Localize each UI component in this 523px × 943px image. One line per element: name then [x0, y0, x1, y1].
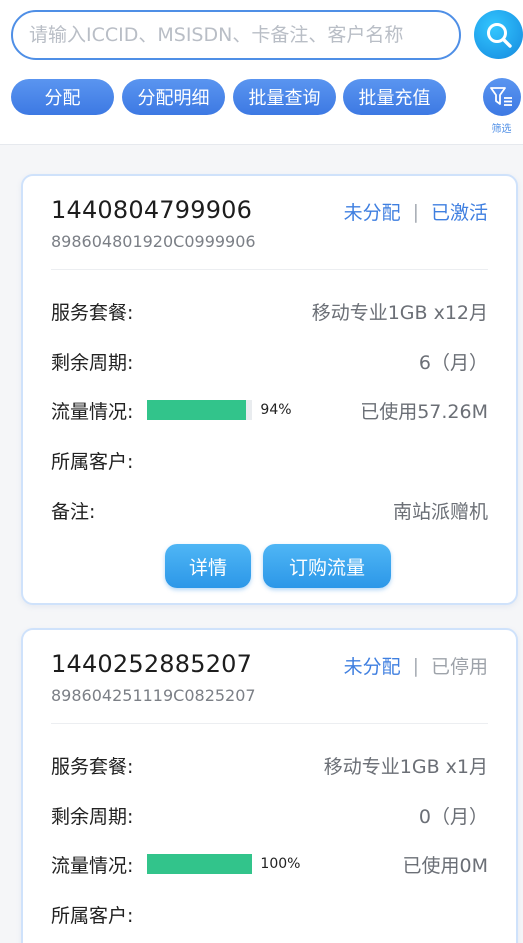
status-separator: |	[412, 200, 419, 223]
usage-progress-bar	[147, 400, 253, 420]
order-data-button[interactable]: 订购流量	[263, 544, 391, 588]
usage-progress-fill	[147, 400, 247, 420]
card-iccid: 898604801920C0999906	[51, 232, 256, 251]
plan-row: 服务套餐: 移动专业1GB x1月	[51, 750, 488, 780]
search-box[interactable]	[11, 10, 461, 60]
detail-button[interactable]: 详情	[165, 544, 251, 588]
customer-row: 所属客户:	[51, 445, 488, 475]
card-msisdn: 1440252885207	[51, 650, 253, 678]
sim-card-item[interactable]: 1440804799906 898604801920C0999906 未分配 |…	[21, 174, 518, 605]
activation-status: 已激活	[430, 202, 488, 224]
cycle-value: 0（月）	[418, 805, 488, 828]
customer-row: 所属客户:	[51, 899, 488, 929]
assign-status: 未分配	[343, 656, 401, 678]
search-button[interactable]	[474, 10, 523, 59]
cycle-row: 剩余周期: 6（月）	[51, 346, 488, 376]
plan-value: 移动专业1GB x12月	[311, 301, 488, 324]
assign-status: 未分配	[343, 202, 401, 224]
plan-label: 服务套餐:	[51, 301, 134, 324]
usage-percent: 94%	[260, 402, 292, 418]
plan-row: 服务套餐: 移动专业1GB x12月	[51, 296, 488, 326]
customer-label: 所属客户:	[51, 904, 134, 927]
card-status: 未分配 | 已停用	[344, 652, 488, 679]
usage-label: 流量情况:	[51, 854, 134, 877]
sim-card-item[interactable]: 1440252885207 898604251119C0825207 未分配 |…	[21, 628, 518, 943]
remark-value: 南站派赠机	[392, 500, 488, 523]
usage-label: 流量情况:	[51, 400, 134, 423]
usage-progress-bar	[147, 854, 253, 874]
plan-label: 服务套餐:	[51, 755, 134, 778]
assign-detail-button[interactable]: 分配明细	[122, 79, 225, 115]
card-iccid: 898604251119C0825207	[51, 686, 256, 705]
usage-used: 已使用0M	[402, 854, 488, 877]
plan-value: 移动专业1GB x1月	[323, 755, 488, 778]
search-input[interactable]	[29, 24, 445, 46]
cycle-label: 剩余周期:	[51, 351, 134, 374]
usage-row: 流量情况: 100% 已使用0M	[51, 849, 488, 879]
usage-used: 已使用57.26M	[360, 400, 488, 423]
cycle-value: 6（月）	[418, 351, 488, 374]
remark-row: 备注: 南站派赠机	[51, 495, 488, 525]
cycle-row: 剩余周期: 0（月）	[51, 800, 488, 830]
status-separator: |	[412, 654, 419, 677]
filter-icon-circle	[482, 78, 521, 116]
remark-label: 备注:	[51, 500, 96, 523]
batch-query-button[interactable]: 批量查询	[233, 79, 336, 115]
assign-button[interactable]: 分配	[11, 79, 114, 115]
customer-label: 所属客户:	[51, 450, 134, 473]
batch-recharge-button[interactable]: 批量充值	[343, 79, 446, 115]
usage-progress-fill	[147, 854, 253, 874]
card-divider	[51, 723, 488, 724]
top-bar: 分配 分配明细 批量查询 批量充值 筛选	[0, 0, 523, 145]
card-msisdn: 1440804799906	[51, 196, 253, 224]
activation-status: 已停用	[430, 656, 488, 678]
card-status: 未分配 | 已激活	[344, 198, 488, 225]
card-divider	[51, 269, 488, 270]
usage-percent: 100%	[260, 856, 301, 872]
filter-icon	[489, 87, 512, 106]
filter-button[interactable]: 筛选	[480, 78, 523, 136]
filter-label: 筛选	[491, 124, 512, 135]
search-icon	[486, 22, 512, 48]
usage-row: 流量情况: 94% 已使用57.26M	[51, 395, 488, 425]
cycle-label: 剩余周期:	[51, 805, 134, 828]
